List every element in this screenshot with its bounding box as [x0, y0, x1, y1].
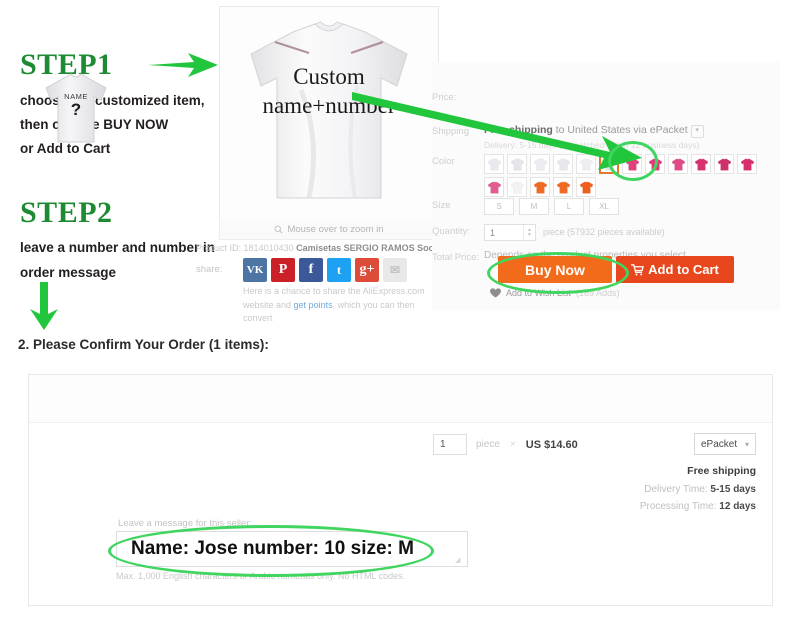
zoom-hint: Mouse over to zoom in [219, 219, 439, 240]
color-swatch[interactable] [530, 177, 550, 197]
delivery-time-label: Delivery Time: [644, 484, 708, 495]
chevron-down-icon: ▾ [744, 439, 749, 449]
size-button-xl[interactable]: XL [589, 198, 619, 215]
page-root: STEP1 choose the customized item, then c… [0, 0, 800, 623]
quantity-label: Quantity: [432, 226, 471, 237]
free-shipping-label: Free shipping [687, 465, 756, 477]
color-swatch[interactable] [553, 177, 573, 197]
color-swatch[interactable] [507, 177, 527, 197]
twitter-icon[interactable]: t [327, 258, 351, 282]
arrow-right-icon [148, 53, 218, 77]
color-swatch[interactable] [484, 177, 504, 197]
step2-line-1: leave a number and number in [20, 240, 216, 255]
seller-message-highlight [108, 525, 434, 577]
quantity-row: Quantity: 1 ▲ ▼ piece (57932 pieces avail… [432, 224, 665, 241]
color-selection-highlight [608, 141, 658, 181]
product-id-line: Product ID: 1814010430 Camisetas SERGIO … [196, 243, 457, 253]
add-to-cart-label: Add to Cart [648, 262, 719, 277]
delivery-time-value: 5-15 days [710, 484, 756, 495]
color-swatch[interactable] [714, 154, 734, 174]
share-buttons: VK P f t g+ ✉ [243, 258, 407, 282]
size-button-l[interactable]: L [554, 198, 584, 215]
color-swatch[interactable] [737, 154, 757, 174]
heart-icon [490, 288, 501, 298]
quantity-stepper[interactable]: 1 ▲ ▼ [484, 224, 536, 241]
size-row: Size S M L XL [432, 198, 619, 215]
pinterest-icon[interactable]: P [271, 258, 295, 282]
shopping-cart-icon [631, 263, 644, 276]
order-piece-label: piece [476, 439, 500, 450]
total-price-label: Total Price: [432, 252, 479, 263]
zoom-hint-label: Mouse over to zoom in [287, 223, 384, 235]
add-to-cart-button[interactable]: Add to Cart [616, 256, 734, 283]
size-buttons[interactable]: S M L XL [484, 198, 619, 215]
magnifier-icon [275, 225, 284, 234]
product-id-value: 1814010430 [243, 243, 294, 253]
color-swatch[interactable] [691, 154, 711, 174]
facebook-icon[interactable]: f [299, 258, 323, 282]
order-item-thumbnail[interactable] [40, 70, 112, 146]
size-label: Size [432, 200, 451, 211]
color-swatch[interactable] [668, 154, 688, 174]
shipping-method-select[interactable]: ePacket ▾ [694, 433, 756, 455]
processing-time-label: Processing Time: [639, 501, 717, 512]
order-quantity-line: 1 piece × US $14.60 [433, 434, 578, 455]
color-swatch[interactable] [576, 177, 596, 197]
delivery-time-row: Delivery Time: 5-15 days [644, 484, 756, 495]
vk-icon[interactable]: VK [243, 258, 267, 282]
google-plus-icon[interactable]: g+ [355, 258, 379, 282]
order-unit-price: US $14.60 [525, 438, 578, 451]
quantity-input[interactable]: 1 [485, 228, 523, 238]
processing-time-value: 12 days [719, 501, 756, 512]
textarea-resize-grip[interactable]: ◢ [455, 557, 463, 565]
email-icon[interactable]: ✉ [383, 258, 407, 282]
arrow-down-icon [30, 282, 58, 330]
quantity-availability: piece (57932 pieces available) [543, 227, 665, 237]
step2-title: STEP2 [20, 196, 113, 229]
size-button-s[interactable]: S [484, 198, 514, 215]
order-quantity-input[interactable]: 1 [433, 434, 467, 455]
confirm-order-heading: 2. Please Confirm Your Order (1 items): [18, 337, 269, 352]
share-label: share: [196, 264, 223, 275]
step2-line-2: order message [20, 265, 117, 280]
product-id-label: Product ID: [196, 243, 242, 253]
chevron-down-icon[interactable]: ▾ [690, 125, 704, 138]
quantity-spinner-icon[interactable]: ▲ ▼ [523, 225, 535, 240]
multiply-symbol: × [509, 439, 516, 450]
share-note: Here is a chance to share the AliExpress… [243, 285, 443, 326]
buy-now-highlight [487, 252, 629, 294]
size-button-m[interactable]: M [519, 198, 549, 215]
processing-time-row: Processing Time: 12 days [640, 501, 756, 512]
order-panel-header [29, 375, 772, 423]
get-points-link[interactable]: get points [294, 300, 333, 310]
arrow-diagonal-icon [352, 92, 642, 170]
shipping-method-value: ePacket [701, 438, 738, 450]
